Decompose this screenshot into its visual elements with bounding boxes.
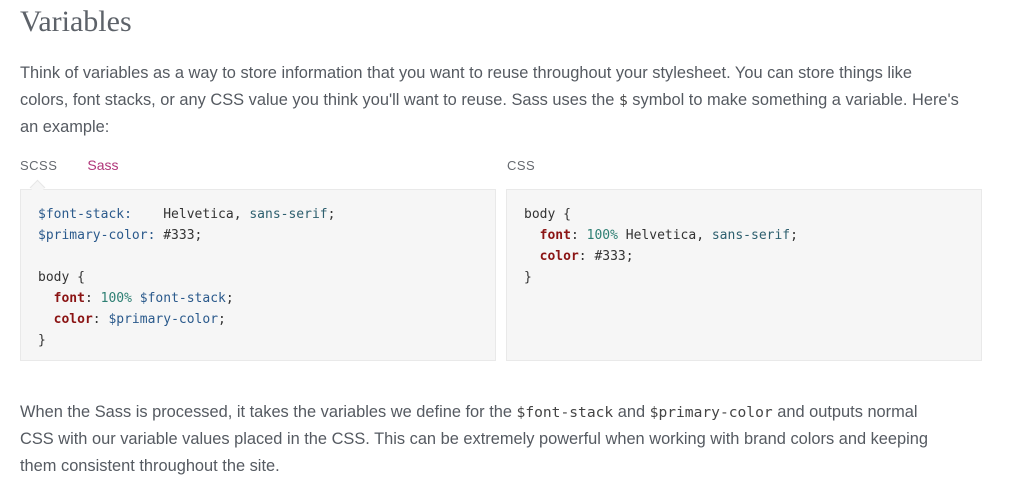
code-punctuation: : xyxy=(570,228,587,243)
code-line: } xyxy=(524,267,798,288)
css-code: body { font: 100% Helvetica, sans-serif;… xyxy=(524,204,798,288)
syntax-tabs: SCSS Sass xyxy=(20,155,149,196)
intro-text: symbol to make something a variable. Her… xyxy=(627,91,959,109)
code-number: 100% xyxy=(586,228,618,243)
code-punctuation: ; xyxy=(327,207,336,222)
code-selector: body xyxy=(524,207,556,222)
code-property: font xyxy=(53,291,85,306)
intro-line-1: Think of variables as a way to store inf… xyxy=(20,64,912,82)
intro-text: colors, font stacks, or any CSS value yo… xyxy=(20,91,619,109)
code-keyword: sans-serif xyxy=(249,207,328,222)
code-punctuation: ; xyxy=(194,228,203,243)
code-property: font xyxy=(539,228,571,243)
code-punctuation: { xyxy=(69,270,85,285)
code-variable: $font-stack xyxy=(139,291,226,306)
intro-paragraph: Think of variables as a way to store inf… xyxy=(20,60,980,141)
code-line: color: #333; xyxy=(524,246,798,267)
code-punctuation: : xyxy=(84,291,101,306)
code-punctuation: ; xyxy=(225,291,234,306)
code-line: font: 100% Helvetica, sans-serif; xyxy=(524,225,798,246)
code-keyword: sans-serif xyxy=(711,228,791,243)
code-variable: $primary-color xyxy=(108,312,219,327)
page-title: Variables xyxy=(20,5,132,38)
intro-line-3: an example: xyxy=(20,118,110,136)
code-variable: $primary-color: xyxy=(38,228,156,243)
code-punctuation: : xyxy=(92,312,109,327)
outro-line-2: CSS with our variable values placed in t… xyxy=(20,430,929,448)
code-punctuation: ; xyxy=(625,249,634,264)
inline-code-dollar: $ xyxy=(618,92,628,109)
inline-code-font-stack: $font-stack xyxy=(516,404,614,421)
outro-text: and outputs normal xyxy=(772,403,918,421)
outro-paragraph: When the Sass is processed, it takes the… xyxy=(20,399,980,480)
code-punctuation: , xyxy=(233,207,250,222)
code-line: $primary-color: #333; xyxy=(38,225,335,246)
tab-scss[interactable]: SCSS xyxy=(20,156,57,176)
code-variable: $font-stack: xyxy=(38,207,132,222)
code-line: $font-stack: Helvetica, sans-serif; xyxy=(38,204,335,225)
code-punctuation: } xyxy=(38,333,46,348)
code-property: color xyxy=(53,312,93,327)
code-selector: body xyxy=(38,270,70,285)
code-value: Helvetica, xyxy=(617,228,712,243)
scss-code-block: $font-stack: Helvetica, sans-serif; $prim… xyxy=(20,189,496,361)
code-punctuation: } xyxy=(524,270,532,285)
code-value: #333 xyxy=(594,249,626,264)
code-line: font: 100% $font-stack; xyxy=(38,288,335,309)
intro-line-2: colors, font stacks, or any CSS value yo… xyxy=(20,87,980,114)
outro-line-1: When the Sass is processed, it takes the… xyxy=(20,399,980,426)
outro-line-3: them consistent throughout the site. xyxy=(20,457,280,475)
tab-css[interactable]: CSS xyxy=(507,156,535,176)
css-code-block: body { font: 100% Helvetica, sans-serif;… xyxy=(506,189,982,361)
code-property: color xyxy=(539,249,579,264)
code-line: body { xyxy=(38,267,335,288)
code-value: #333 xyxy=(163,228,195,243)
code-punctuation: ; xyxy=(790,228,798,243)
code-punctuation: : xyxy=(578,249,595,264)
output-tabs: CSS xyxy=(507,155,565,175)
code-number: 100% xyxy=(100,291,132,306)
code-punctuation: ; xyxy=(218,312,226,327)
code-line: } xyxy=(38,330,335,351)
outro-text: and xyxy=(613,403,650,421)
inline-code-primary-color: $primary-color xyxy=(649,404,773,421)
code-punctuation: { xyxy=(555,207,571,222)
tab-sass[interactable]: Sass xyxy=(87,155,118,175)
code-value: Helvetica xyxy=(163,207,234,222)
code-line: body { xyxy=(524,204,798,225)
scss-code: $font-stack: Helvetica, sans-serif; $prim… xyxy=(38,204,335,351)
outro-text: When the Sass is processed, it takes the… xyxy=(20,403,517,421)
code-line: color: $primary-color; xyxy=(38,309,335,330)
